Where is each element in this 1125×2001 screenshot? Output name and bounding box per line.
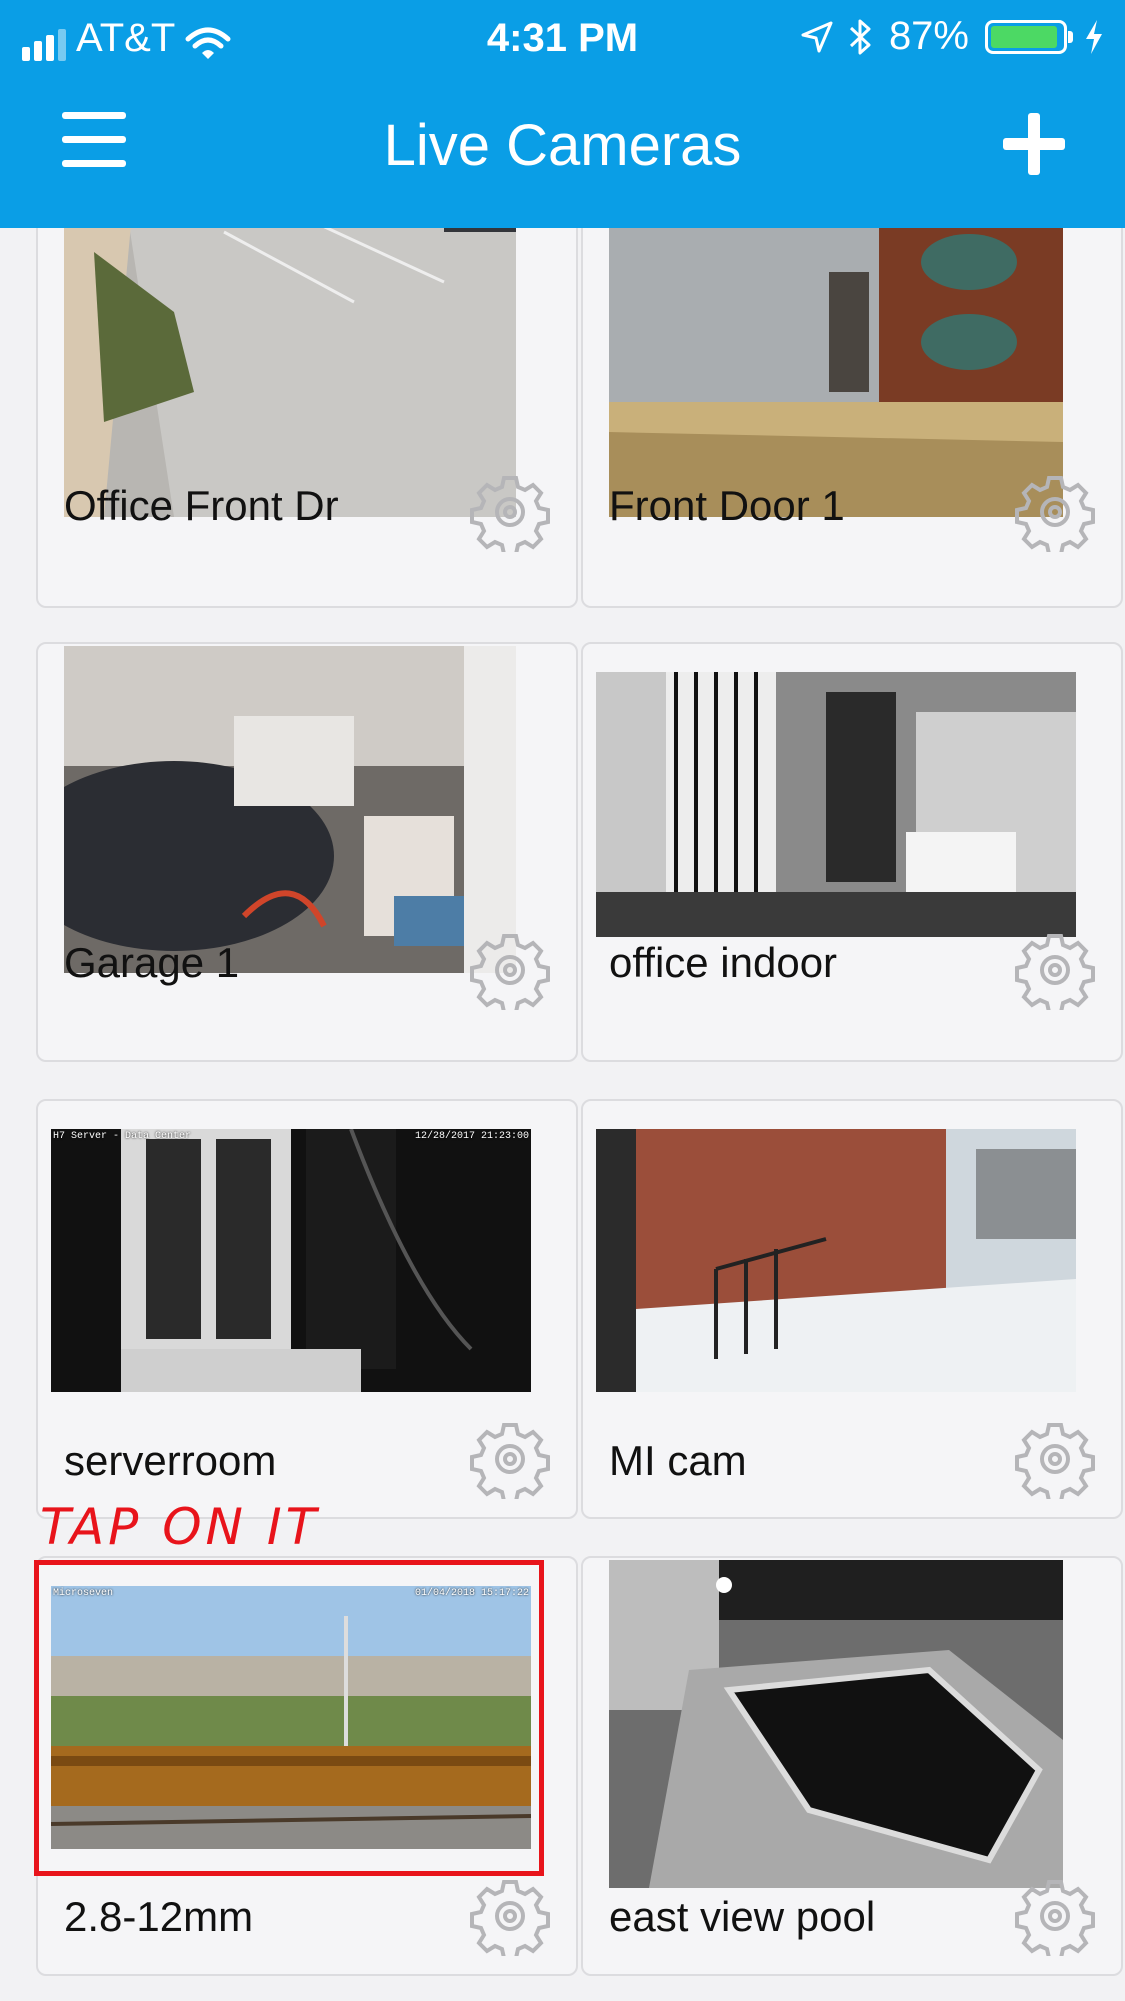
camera-label: east view pool [609, 1893, 876, 1940]
location-arrow-icon [801, 21, 833, 52]
camera-thumbnail[interactable] [64, 646, 516, 973]
settings-gear-icon[interactable] [1015, 1876, 1095, 1956]
highlight-box [34, 1560, 544, 1876]
bluetooth-icon [849, 19, 871, 54]
settings-gear-icon[interactable] [470, 1876, 550, 1956]
camera-card-mi-cam[interactable]: MI cam [581, 1099, 1123, 1519]
status-right: 87% [801, 14, 1105, 59]
camera-thumbnail[interactable] [596, 1129, 1076, 1392]
camera-label: serverroom [64, 1437, 277, 1484]
settings-gear-icon[interactable] [1015, 1419, 1095, 1499]
plus-icon[interactable] [1003, 113, 1065, 175]
camera-timestamp: 12/28/2017 21:23:00 [414, 1131, 529, 1142]
battery-percent: 87% [888, 14, 969, 58]
settings-gear-icon[interactable] [470, 930, 550, 1010]
camera-label: Garage 1 [64, 939, 240, 986]
page-title: Live Cameras [383, 113, 742, 178]
camera-card-east-view-pool[interactable]: east view pool [581, 1556, 1123, 1976]
camera-label: Front Door 1 [609, 482, 845, 529]
camera-label: Office Front Dr [64, 482, 339, 529]
camera-thumbnail[interactable] [609, 192, 1063, 517]
camera-overlay-label: H7 Server - Data Center [53, 1131, 192, 1142]
camera-thumbnail[interactable] [609, 1560, 1063, 1888]
app-header: AT&T 4:31 PM 87% Live Cameras [0, 0, 1125, 228]
camera-thumbnail[interactable]: H7 Server - Data Center 12/28/2017 21:23… [51, 1129, 531, 1392]
camera-label: 2.8-12mm [64, 1893, 254, 1940]
charging-bolt-icon [1086, 19, 1102, 54]
settings-gear-icon[interactable] [470, 472, 550, 552]
settings-gear-icon[interactable] [1015, 930, 1095, 1010]
camera-card-serverroom[interactable]: H7 Server - Data Center 12/28/2017 21:23… [36, 1099, 578, 1519]
camera-label: MI cam [609, 1437, 747, 1484]
battery-icon [985, 19, 1073, 54]
settings-gear-icon[interactable] [470, 1419, 550, 1499]
camera-card-office-front-dr[interactable]: Office Front Dr [36, 190, 578, 608]
camera-label: office indoor [609, 939, 838, 986]
status-bar: AT&T 4:31 PM 87% [0, 0, 1125, 80]
camera-card-office-indoor[interactable]: office indoor [581, 642, 1123, 1062]
camera-card-front-door-1[interactable]: Front Door 1 [581, 190, 1123, 608]
camera-thumbnail[interactable] [64, 192, 516, 517]
tap-instruction-annotation: TAP ON IT [40, 1498, 321, 1556]
settings-gear-icon[interactable] [1015, 472, 1095, 552]
camera-thumbnail[interactable] [596, 672, 1076, 937]
camera-card-garage-1[interactable]: Garage 1 [36, 642, 578, 1062]
